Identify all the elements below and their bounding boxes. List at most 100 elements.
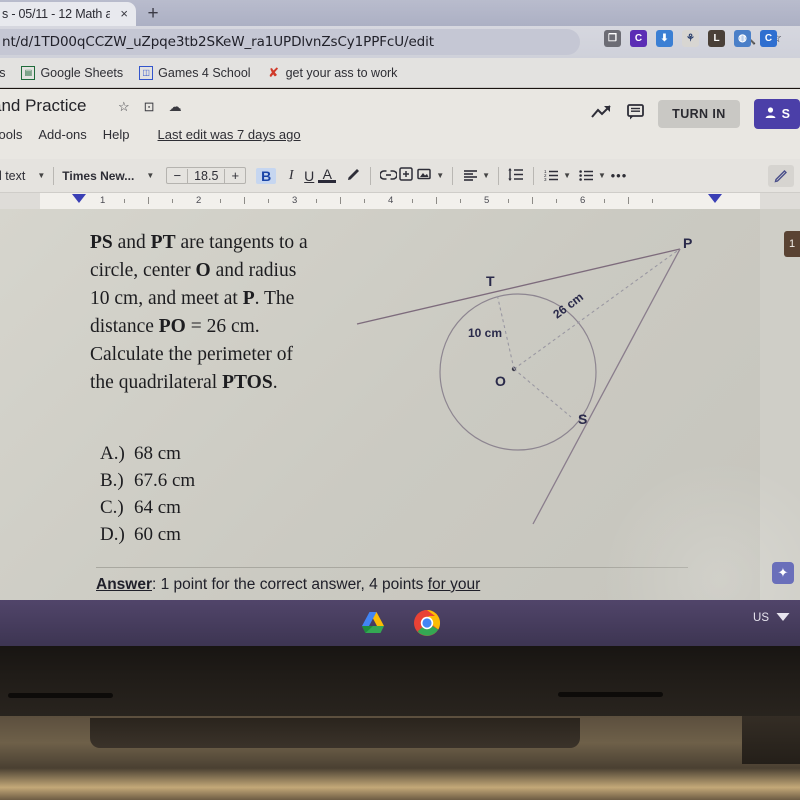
answer-label: Answer <box>96 576 152 593</box>
radius-os <box>513 368 572 418</box>
share-button[interactable]: S <box>753 99 800 129</box>
menu-addons[interactable]: Add-ons <box>38 127 86 142</box>
shelf-app-icons <box>0 600 800 646</box>
choice-value: 67.6 cm <box>134 470 196 491</box>
extension-l-icon[interactable]: L <box>708 30 725 47</box>
google-drive-icon[interactable] <box>359 609 387 637</box>
ruler-tick <box>340 197 341 204</box>
cloud-saved-icon[interactable]: ☁ <box>169 99 182 115</box>
ruler-number: 3 <box>292 195 298 206</box>
answer-choice[interactable]: A.) 68 cm <box>100 440 195 467</box>
toolbar-divider <box>452 166 454 185</box>
bookmark-item[interactable]: ✘ get your ass to work <box>267 65 397 80</box>
document-ruler[interactable]: 1 2 3 4 5 6 <box>0 193 800 209</box>
ruler-tick <box>556 199 557 203</box>
bookmark-label: Games 4 School <box>158 65 251 80</box>
text-color-button[interactable]: A <box>318 167 337 183</box>
ruler-tick <box>436 197 437 204</box>
activity-dashboard-icon[interactable] <box>591 104 613 124</box>
new-tab-button[interactable]: + <box>140 3 166 25</box>
browser-tab[interactable]: s - 05/11 - 12 Math an × <box>0 2 136 26</box>
answer-underlined: for your <box>427 576 481 593</box>
bookmark-label: ocs <box>0 65 6 80</box>
right-indent-marker[interactable] <box>708 194 722 203</box>
font-size-decrease-button[interactable]: − <box>167 168 187 183</box>
turn-in-button[interactable]: TURN IN <box>658 100 740 128</box>
answer-note: Answer: 1 point for the correct answer, … <box>96 576 480 594</box>
choice-value: 60 cm <box>134 524 181 545</box>
page-sheet[interactable]: PS and PT are tangents to a circle, cent… <box>0 209 800 600</box>
left-indent-marker[interactable] <box>72 194 86 203</box>
extension-trophy-icon[interactable]: ⚘ <box>682 30 699 47</box>
comment-history-icon[interactable] <box>627 103 645 125</box>
choice-label: A.) <box>100 443 125 464</box>
move-to-folder-icon[interactable]: ⊡ <box>144 99 155 115</box>
google-chrome-icon[interactable] <box>413 609 441 637</box>
ruler-track: 1 2 3 4 5 6 <box>40 193 760 209</box>
last-edit-status[interactable]: Last edit was 7 days ago <box>158 127 301 142</box>
italic-button[interactable]: I <box>282 168 300 184</box>
document-title[interactable]: and Practice <box>0 96 87 116</box>
shelf-status-tray[interactable]: US <box>753 611 790 625</box>
numbered-list-icon[interactable]: 123 <box>542 168 560 184</box>
more-options-icon[interactable]: ••• <box>610 168 628 183</box>
bookmark-item[interactable]: ocs <box>0 66 5 80</box>
chevron-down-icon[interactable]: ▼ <box>598 171 606 180</box>
extension-c-purple-icon[interactable]: C <box>630 30 647 47</box>
link-icon[interactable] <box>378 168 398 184</box>
tab-title: s - 05/11 - 12 Math an <box>2 7 110 21</box>
font-size-stepper[interactable]: − 18.5 + <box>166 167 247 184</box>
font-size-increase-button[interactable]: + <box>225 168 245 183</box>
pencil-icon[interactable] <box>768 164 794 187</box>
paragraph-style-dropdown[interactable]: al text ▼ <box>0 169 45 183</box>
add-comment-icon[interactable] <box>397 167 415 184</box>
answer-choice[interactable]: B.) 67.6 cm <box>100 467 195 494</box>
comment-count-badge[interactable]: 1 <box>784 231 800 257</box>
chevron-down-icon: ▼ <box>146 171 155 180</box>
insert-image-icon[interactable] <box>415 167 433 184</box>
ruler-tick <box>652 199 653 203</box>
font-family-dropdown[interactable]: Times New... ▼ <box>62 169 154 183</box>
address-bar[interactable]: nt/d/1TD00qCCZW_uZpqe3tb2SKeW_ra1UPDlvnZ… <box>0 29 580 55</box>
chevron-down-icon[interactable]: ▼ <box>436 171 444 180</box>
explore-star-icon[interactable]: ✦ <box>772 562 794 584</box>
docs-header: and Practice ☆ ⊡ ☁ Tools Add-ons Help La… <box>0 89 800 159</box>
toolbar-divider <box>498 166 500 185</box>
chevron-down-icon[interactable]: ▼ <box>563 171 571 180</box>
underline-button[interactable]: U <box>300 168 318 184</box>
menu-help[interactable]: Help <box>103 127 130 142</box>
ruler-tick <box>628 197 629 204</box>
bulleted-list-icon[interactable] <box>577 168 595 184</box>
docs-header-actions: TURN IN S <box>591 99 800 129</box>
wifi-icon <box>776 611 790 625</box>
extension-copy-icon[interactable]: ❐ <box>604 30 621 47</box>
ruler-tick <box>508 199 509 203</box>
line-spacing-icon[interactable] <box>507 167 525 184</box>
answer-choice[interactable]: C.) 64 cm <box>100 494 195 521</box>
star-icon[interactable]: ☆ <box>118 99 130 115</box>
extension-download-icon[interactable]: ⬇ <box>656 30 673 47</box>
label-t: T <box>486 273 495 289</box>
extension-c-blue-icon[interactable]: C <box>760 30 777 47</box>
menu-tools[interactable]: Tools <box>0 127 22 142</box>
font-family-label: Times New... <box>62 168 135 183</box>
bold-button[interactable]: B <box>256 167 277 184</box>
answer-choice[interactable]: D.) 60 cm <box>100 521 195 548</box>
highlighter-icon[interactable] <box>344 167 362 185</box>
bookmark-item[interactable]: ▤ Google Sheets <box>21 65 123 80</box>
label-s: S <box>578 411 587 427</box>
font-size-value[interactable]: 18.5 <box>187 168 226 183</box>
bookmark-item[interactable]: ◫ Games 4 School <box>139 65 251 80</box>
align-left-icon[interactable] <box>461 168 479 184</box>
hinge-vent-left <box>8 693 113 698</box>
choice-label: B.) <box>100 470 124 491</box>
ruler-number: 6 <box>580 195 586 206</box>
docs-toolbar: al text ▼ Times New... ▼ − 18.5 + B I U … <box>0 159 800 193</box>
ruler-tick <box>172 199 173 203</box>
ruler-tick <box>604 199 605 203</box>
chevron-down-icon[interactable]: ▼ <box>482 171 490 180</box>
share-label: S <box>781 107 790 121</box>
close-icon[interactable]: × <box>120 7 128 20</box>
extension-globe-icon[interactable]: ◍ <box>734 30 751 47</box>
label-p: P <box>683 235 692 251</box>
